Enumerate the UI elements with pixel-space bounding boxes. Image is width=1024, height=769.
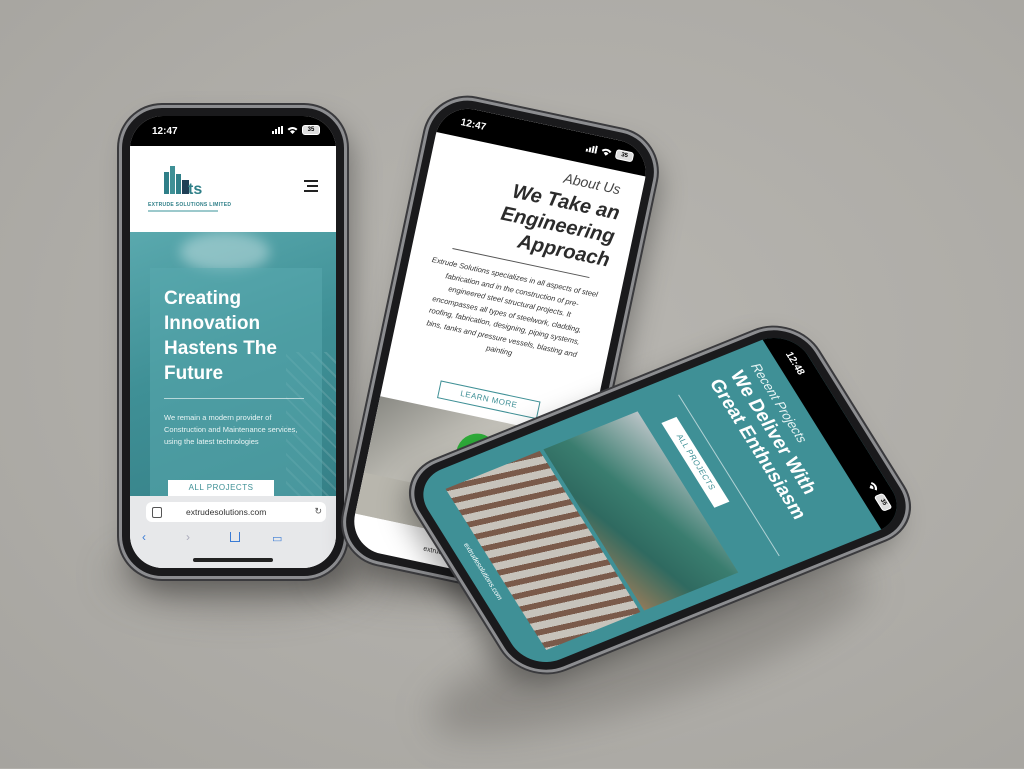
logo-tagline-bar: [148, 210, 218, 212]
status-time: 12:48: [782, 350, 807, 377]
svg-text:ts: ts: [188, 181, 202, 198]
status-time: 12:47: [459, 117, 487, 134]
signal-icon: [272, 126, 283, 134]
hamburger-menu-icon[interactable]: [304, 180, 318, 192]
back-icon[interactable]: ‹: [142, 530, 146, 544]
hero-section: Creating Innovation Hastens The Future W…: [130, 232, 336, 512]
hero-cloud-image: [180, 232, 270, 272]
tabs-icon[interactable]: [152, 507, 162, 518]
phone-left-screen: 12:47 35 ts EXTRUDE SOLUTIONS LIMITED Cr…: [130, 116, 336, 568]
dynamic-island: [508, 124, 580, 155]
wifi-icon: [601, 148, 612, 156]
forward-icon[interactable]: ›: [186, 530, 190, 544]
wifi-icon: [287, 127, 298, 134]
signal-icon: [585, 145, 598, 154]
browser-toolbar: extrudesolutions.com ↻ ‹ › ▭: [130, 496, 336, 568]
address-bar[interactable]: extrudesolutions.com ↻: [146, 502, 326, 522]
hero-title: Creating Innovation Hastens The Future: [164, 288, 277, 384]
status-bar: 12:47 35: [130, 116, 336, 146]
status-bar: 12:47 35: [436, 102, 652, 177]
phone-left: 12:47 35 ts EXTRUDE SOLUTIONS LIMITED Cr…: [122, 108, 344, 576]
share-icon[interactable]: [230, 532, 240, 542]
url-text[interactable]: extrudesolutions.com: [186, 507, 266, 517]
home-indicator: [193, 558, 273, 562]
dynamic-island: [198, 123, 268, 139]
status-time: 12:47: [152, 126, 178, 137]
reload-icon[interactable]: ↻: [314, 506, 322, 517]
about-body: Extrude Solutions specializes in all asp…: [425, 255, 599, 359]
status-icons: 35: [585, 143, 635, 163]
battery-icon: 35: [302, 125, 320, 135]
logo-text: EXTRUDE SOLUTIONS LIMITED: [148, 202, 232, 208]
battery-icon: 35: [873, 492, 893, 512]
status-icons: 35: [272, 125, 320, 135]
hero-divider: [164, 398, 304, 399]
dynamic-island: [809, 396, 863, 462]
hero-body: We remain a modern provider of Construct…: [164, 413, 298, 446]
site-header: ts EXTRUDE SOLUTIONS LIMITED: [130, 146, 336, 232]
bookmarks-icon[interactable]: ▭: [272, 532, 282, 545]
all-projects-button[interactable]: ALL PROJECTS: [168, 480, 274, 496]
background: 12:47 35 ts EXTRUDE SOLUTIONS LIMITED Cr…: [0, 0, 1024, 769]
wifi-icon: [869, 481, 878, 491]
company-logo[interactable]: ts: [158, 162, 218, 198]
status-icons: 35: [866, 480, 893, 512]
battery-icon: 35: [614, 148, 635, 163]
